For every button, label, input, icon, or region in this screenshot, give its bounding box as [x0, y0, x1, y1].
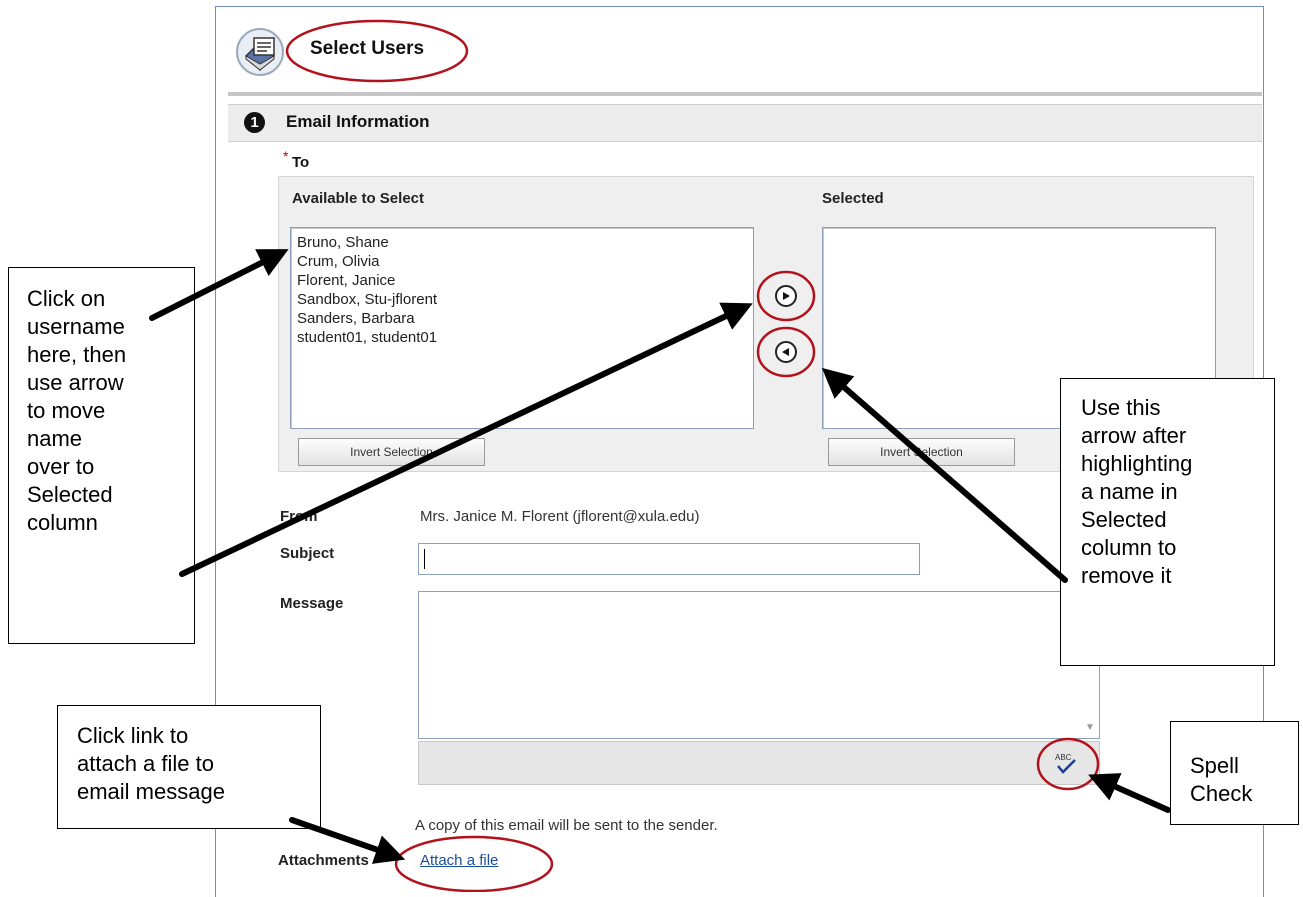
- copy-note: A copy of this email will be sent to the…: [415, 817, 718, 834]
- callout-line: Use this: [1081, 395, 1161, 420]
- callout-line: Selected: [27, 482, 113, 507]
- callout-line: name: [27, 426, 83, 451]
- callout-line: here, then: [27, 342, 127, 367]
- from-value: Mrs. Janice M. Florent (jflorent@xula.ed…: [420, 508, 700, 525]
- available-users-list[interactable]: Bruno, Shane Crum, Olivia Florent, Janic…: [290, 227, 754, 429]
- callout-line: username: [27, 314, 125, 339]
- callout-line: column: [27, 510, 98, 535]
- callout-select-username: Click on username here, then use arrow t…: [8, 267, 195, 644]
- scroll-down-icon[interactable]: ▼: [1082, 720, 1098, 736]
- callout-line: Click link to: [77, 723, 189, 748]
- callout-line: email message: [77, 779, 225, 804]
- to-label: To: [292, 154, 310, 171]
- invert-selection-available-button[interactable]: Invert Selection: [298, 438, 485, 466]
- list-item[interactable]: Sanders, Barbara: [291, 309, 753, 328]
- spell-check-glyph: ABC: [1055, 753, 1072, 762]
- invert-selection-selected-button[interactable]: Invert Selection: [828, 438, 1015, 466]
- section-title: Email Information: [286, 112, 430, 131]
- callout-spell-check: Spell Check: [1170, 721, 1299, 825]
- callout-attach-file: Click link to attach a file to email mes…: [57, 705, 321, 829]
- list-item[interactable]: student01, student01: [291, 328, 753, 347]
- selected-label: Selected: [822, 190, 884, 207]
- message-textarea[interactable]: [418, 591, 1100, 739]
- attach-file-link[interactable]: Attach a file: [420, 852, 498, 869]
- step-number-badge: 1: [244, 112, 265, 133]
- header-divider: [228, 92, 1262, 96]
- message-toolbar: [418, 741, 1100, 785]
- subject-label: Subject: [280, 545, 335, 562]
- attachments-label: Attachments: [278, 852, 369, 869]
- email-envelope-icon: [232, 26, 288, 78]
- subject-input[interactable]: [418, 543, 920, 575]
- list-item[interactable]: Florent, Janice: [291, 271, 753, 290]
- available-label: Available to Select: [292, 190, 424, 207]
- message-label: Message: [280, 595, 344, 612]
- list-item[interactable]: Crum, Olivia: [291, 252, 753, 271]
- callout-line: column to: [1081, 535, 1177, 560]
- move-right-button[interactable]: [775, 285, 797, 307]
- callout-line: Check: [1190, 781, 1253, 806]
- callout-line: Selected: [1081, 507, 1167, 532]
- required-asterisk: *: [283, 148, 289, 164]
- list-item[interactable]: Sandbox, Stu-jflorent: [291, 290, 753, 309]
- page-title: Select Users: [310, 38, 425, 59]
- callout-line: remove it: [1081, 563, 1172, 588]
- text-caret: [424, 549, 425, 569]
- callout-line: Click on: [27, 286, 106, 311]
- arrow-right-icon: [783, 292, 790, 300]
- callout-remove-arrow: Use this arrow after highlighting a name…: [1060, 378, 1275, 666]
- list-item[interactable]: Bruno, Shane: [291, 233, 753, 252]
- callout-line: Spell: [1190, 753, 1239, 778]
- callout-line: a name in: [1081, 479, 1178, 504]
- from-label: From: [280, 508, 318, 525]
- callout-line: highlighting: [1081, 451, 1193, 476]
- arrow-left-icon: [782, 348, 789, 356]
- callout-line: over to: [27, 454, 95, 479]
- callout-line: arrow after: [1081, 423, 1187, 448]
- callout-line: to move: [27, 398, 106, 423]
- spell-check-icon[interactable]: ABC: [1046, 749, 1086, 777]
- callout-line: use arrow: [27, 370, 124, 395]
- move-left-button[interactable]: [775, 341, 797, 363]
- callout-line: attach a file to: [77, 751, 214, 776]
